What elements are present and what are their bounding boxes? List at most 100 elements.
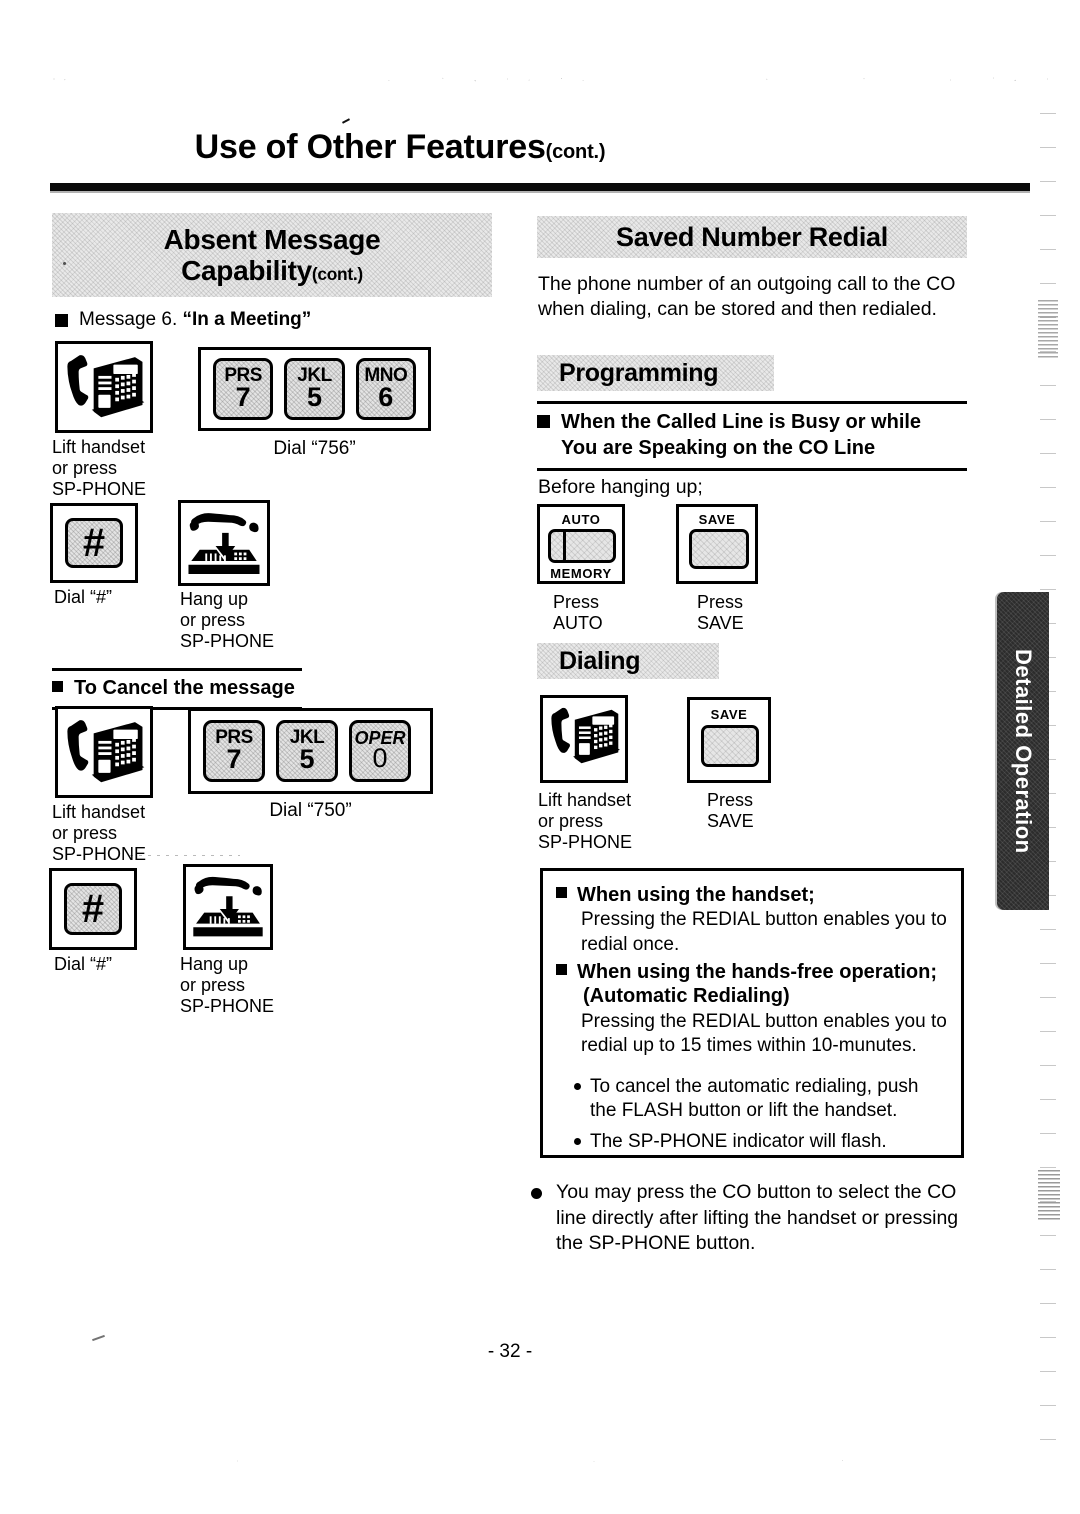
bullet-dot-icon: [574, 1137, 581, 1145]
key-oper-0: OPER 0: [349, 720, 411, 782]
save-key-label: SAVE: [710, 707, 748, 722]
square-bullet-icon: [556, 963, 567, 975]
heading-to-cancel-text: To Cancel the message: [74, 677, 295, 699]
hash-key: #: [64, 883, 122, 935]
section-banner-saved-number-redial: Saved Number Redial: [537, 216, 967, 258]
desk-phone-icon: [67, 355, 145, 418]
caption-dial-hash-2: Dial “#”: [54, 954, 113, 974]
square-bullet-icon: [52, 681, 63, 692]
heading-called-line-busy: When the Called Line is Busy or while You…: [537, 401, 967, 472]
save-key-pad: [701, 725, 759, 767]
note-body-handset: Pressing the REDIAL button enables you t…: [581, 909, 947, 956]
stray-mark-above-title: [341, 118, 351, 124]
page-title-text: Use of Other Features: [194, 128, 546, 166]
hang-up-icon: [193, 876, 263, 937]
subheading-message-6: Message 6. “In a Meeting”: [55, 309, 311, 331]
key-digit: 7: [235, 381, 251, 412]
note-box-redial: When using the handset; Pressing the RED…: [540, 868, 964, 1158]
section-banner-dialing: Dialing: [537, 643, 719, 679]
figure-save-key-dialing: SAVE: [687, 697, 771, 783]
title-rule: [50, 183, 1030, 193]
key-digit: 7: [226, 743, 242, 774]
figure-hang-up-1: [178, 500, 270, 586]
page-title-cont: (cont.): [545, 141, 606, 163]
bullet-dot-icon: [531, 1188, 542, 1199]
auto-key-pad: [548, 529, 616, 563]
caption-lift-handset-1: Lift handset or press SP-PHONE: [52, 437, 147, 500]
auto-key-bottom-label: MEMORY: [550, 566, 612, 581]
page-title: Use of Other Features(cont.): [50, 128, 750, 167]
figure-lift-handset-1: [55, 341, 153, 433]
side-tab-label: Detailed Operation: [1011, 648, 1036, 854]
caption-press-auto: Press AUTO: [553, 592, 603, 634]
stray-speck: [63, 262, 66, 265]
key-letters: OPER: [354, 727, 406, 749]
key-digit: 6: [378, 381, 394, 412]
figure-dial-hash-2: #: [49, 868, 137, 950]
hang-up-icon: [188, 513, 260, 575]
note-bullet-flash-text: The SP-PHONE indicator will flash.: [590, 1130, 887, 1152]
paragraph-intro: The phone number of an outgoing call to …: [538, 273, 956, 321]
desk-phone-icon: [551, 707, 620, 764]
message6-prefix: Message 6.: [79, 309, 183, 330]
auto-key-divider: [563, 532, 566, 560]
note-subheading-automatic-redialing: (Automatic Redialing): [583, 985, 790, 1008]
note-heading-handsfree-text: When using the hands-free operation;: [577, 960, 938, 983]
figure-dial-hash-1: #: [50, 503, 138, 583]
caption-press-save-dialing: Press SAVE: [707, 790, 754, 832]
auto-key-top-label: AUTO: [561, 512, 601, 527]
caption-dial-756: Dial “756”: [273, 438, 356, 459]
banner-saved-text: Saved Number Redial: [616, 221, 888, 252]
caption-hang-up-2: Hang up or press SP-PHONE: [180, 954, 275, 1017]
side-thumb-tab-detailed-operation: Detailed Operation: [997, 592, 1049, 910]
message6-quoted: “In a Meeting”: [182, 309, 312, 330]
save-key-label: SAVE: [698, 512, 736, 527]
note-heading-handset: When using the handset;: [556, 883, 947, 907]
key-mno-6: MNO 6: [355, 358, 416, 420]
banner-absent-line1: Absent Message: [163, 223, 381, 255]
banner-absent-line2: Capability: [181, 255, 312, 286]
page-number-text: - 32 -: [487, 1341, 533, 1362]
key-jkl-5: JKL 5: [284, 358, 345, 420]
subheading-message-6-text: Message 6. “In a Meeting”: [79, 309, 311, 331]
scan-artifact-dashline: [130, 855, 240, 856]
key-digit: 5: [299, 743, 315, 774]
note-body-handsfree: Pressing the REDIAL button enables you t…: [581, 1010, 947, 1057]
caption-press-save-programming: Press SAVE: [697, 592, 744, 634]
desk-phone-icon: [67, 720, 145, 783]
banner-absent-cont: (cont.): [311, 264, 363, 284]
manual-page: Use of Other Features(cont.) Absent Mess…: [0, 0, 1080, 1514]
scan-noise-top: [0, 72, 1080, 86]
figure-keypad-750: PRS 7 JKL 5 OPER 0: [188, 708, 433, 794]
figure-keypad-756: PRS 7 JKL 5 MNO 6: [198, 347, 431, 431]
paragraph-before-hanging-up: Before hanging up;: [538, 476, 703, 498]
caption-dial-hash-1: Dial “#”: [54, 587, 113, 607]
square-bullet-icon: [55, 314, 68, 327]
square-bullet-icon: [556, 887, 567, 898]
banner-dialing-text: Dialing: [559, 647, 641, 675]
heading-to-cancel-inner: To Cancel the message: [52, 677, 302, 700]
note-spacer: [556, 1061, 947, 1075]
square-bullet-icon: [537, 415, 550, 428]
banner-programming-text: Programming: [559, 359, 719, 387]
note-bullet-sp-phone-flash: The SP-PHONE indicator will flash.: [574, 1130, 947, 1154]
banner-absent-text: Absent Message Capability(cont.): [164, 224, 381, 287]
bullet-co-button-text: You may press the CO button to select th…: [556, 1181, 959, 1255]
hash-key: #: [65, 518, 123, 568]
bullet-dot-icon: [574, 1082, 581, 1090]
note-heading-handsfree: When using the hands-free operation;: [556, 960, 947, 984]
caption-dial-750: Dial “750”: [269, 800, 352, 821]
key-prs-7: PRS 7: [213, 358, 274, 420]
figure-lift-handset-2: [55, 706, 153, 798]
caption-lift-handset-3: Lift handset or press SP-PHONE: [538, 790, 633, 853]
note-bullet-cancel-text: To cancel the automatic redialing, push …: [590, 1075, 919, 1122]
scan-noise-right-dense-lower: [1038, 1170, 1060, 1222]
figure-hang-up-2: [183, 864, 273, 950]
key-jkl-5: JKL 5: [276, 720, 338, 782]
note-heading-handset-text: When using the handset;: [577, 884, 815, 906]
save-key-pad: [689, 529, 749, 569]
caption-hang-up-1: Hang up or press SP-PHONE: [180, 589, 275, 652]
scan-noise-right-dense-upper: [1038, 300, 1058, 360]
bullet-co-button-note: You may press the CO button to select th…: [531, 1180, 971, 1257]
figure-auto-key: AUTO MEMORY: [537, 504, 625, 584]
